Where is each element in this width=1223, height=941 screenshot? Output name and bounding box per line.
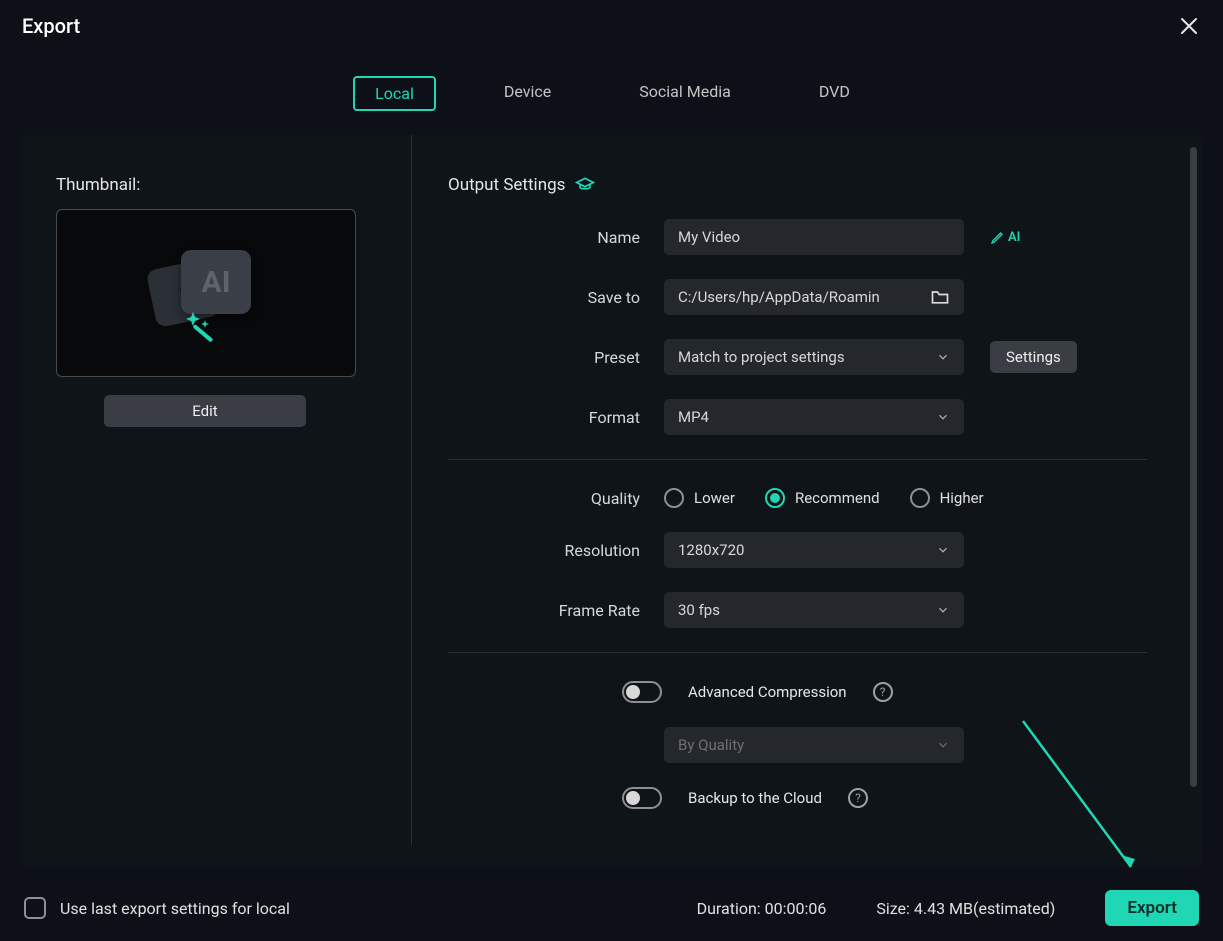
- quality-lower-radio[interactable]: Lower: [664, 488, 735, 508]
- ai-rename-button[interactable]: AI: [990, 229, 1020, 245]
- resolution-label: Resolution: [448, 541, 664, 560]
- framerate-select[interactable]: 30 fps: [664, 592, 964, 628]
- chevron-down-icon: [936, 543, 950, 557]
- format-value: MP4: [678, 408, 709, 426]
- chevron-down-icon: [936, 738, 950, 752]
- advanced-compression-toggle[interactable]: [622, 681, 662, 703]
- pen-icon: [990, 229, 1006, 245]
- name-input[interactable]: My Video: [664, 219, 964, 255]
- advanced-compression-label: Advanced Compression: [688, 683, 847, 701]
- backup-cloud-toggle[interactable]: [622, 787, 662, 809]
- framerate-label: Frame Rate: [448, 601, 664, 620]
- preset-settings-button[interactable]: Settings: [990, 341, 1077, 373]
- tab-dvd[interactable]: DVD: [799, 76, 870, 111]
- folder-icon[interactable]: [930, 287, 950, 307]
- thumbnail-preview[interactable]: : AI: [56, 209, 356, 377]
- close-button[interactable]: [1177, 14, 1201, 38]
- output-settings-heading: Output Settings: [448, 175, 565, 195]
- save-to-value: C:/Users/hp/AppData/Roamin: [678, 288, 880, 306]
- export-button[interactable]: Export: [1105, 890, 1199, 926]
- resolution-select[interactable]: 1280x720: [664, 532, 964, 568]
- format-select[interactable]: MP4: [664, 399, 964, 435]
- tab-social-media[interactable]: Social Media: [619, 76, 751, 111]
- thumbnail-label: Thumbnail:: [56, 175, 375, 195]
- chevron-down-icon: [936, 410, 950, 424]
- size-stat: Size: 4.43 MB(estimated): [876, 899, 1055, 918]
- help-icon[interactable]: ?: [848, 788, 868, 808]
- quality-label: Quality: [448, 489, 664, 508]
- quality-higher-radio[interactable]: Higher: [910, 488, 984, 508]
- tab-device[interactable]: Device: [484, 76, 571, 111]
- compression-mode-select[interactable]: By Quality: [664, 727, 964, 763]
- framerate-value: 30 fps: [678, 601, 720, 619]
- duration-stat: Duration: 00:00:06: [697, 899, 827, 918]
- preset-value: Match to project settings: [678, 348, 845, 366]
- preset-label: Preset: [448, 348, 664, 367]
- help-icon[interactable]: ?: [873, 682, 893, 702]
- export-panel: Thumbnail: : AI Edit Output Settings Nam…: [20, 135, 1203, 867]
- tab-local[interactable]: Local: [353, 76, 436, 111]
- quality-recommend-radio[interactable]: Recommend: [765, 488, 880, 508]
- use-last-settings-checkbox[interactable]: [24, 897, 46, 919]
- chevron-down-icon: [936, 603, 950, 617]
- sparkle-icon: [183, 306, 229, 352]
- edit-thumbnail-button[interactable]: Edit: [104, 395, 306, 427]
- chevron-down-icon: [936, 350, 950, 364]
- compression-mode-value: By Quality: [678, 736, 744, 754]
- save-to-field[interactable]: C:/Users/hp/AppData/Roamin: [664, 279, 964, 315]
- graduation-cap-icon[interactable]: [575, 175, 595, 195]
- thumbnail-card-front-icon: AI: [181, 250, 251, 314]
- dialog-title: Export: [22, 14, 80, 38]
- save-to-label: Save to: [448, 288, 664, 307]
- backup-cloud-label: Backup to the Cloud: [688, 789, 822, 807]
- close-icon: [1180, 17, 1198, 35]
- tab-bar: Local Device Social Media DVD: [0, 76, 1223, 111]
- preset-select[interactable]: Match to project settings: [664, 339, 964, 375]
- format-label: Format: [448, 408, 664, 427]
- name-label: Name: [448, 228, 664, 247]
- resolution-value: 1280x720: [678, 541, 744, 559]
- use-last-settings-label: Use last export settings for local: [60, 899, 290, 918]
